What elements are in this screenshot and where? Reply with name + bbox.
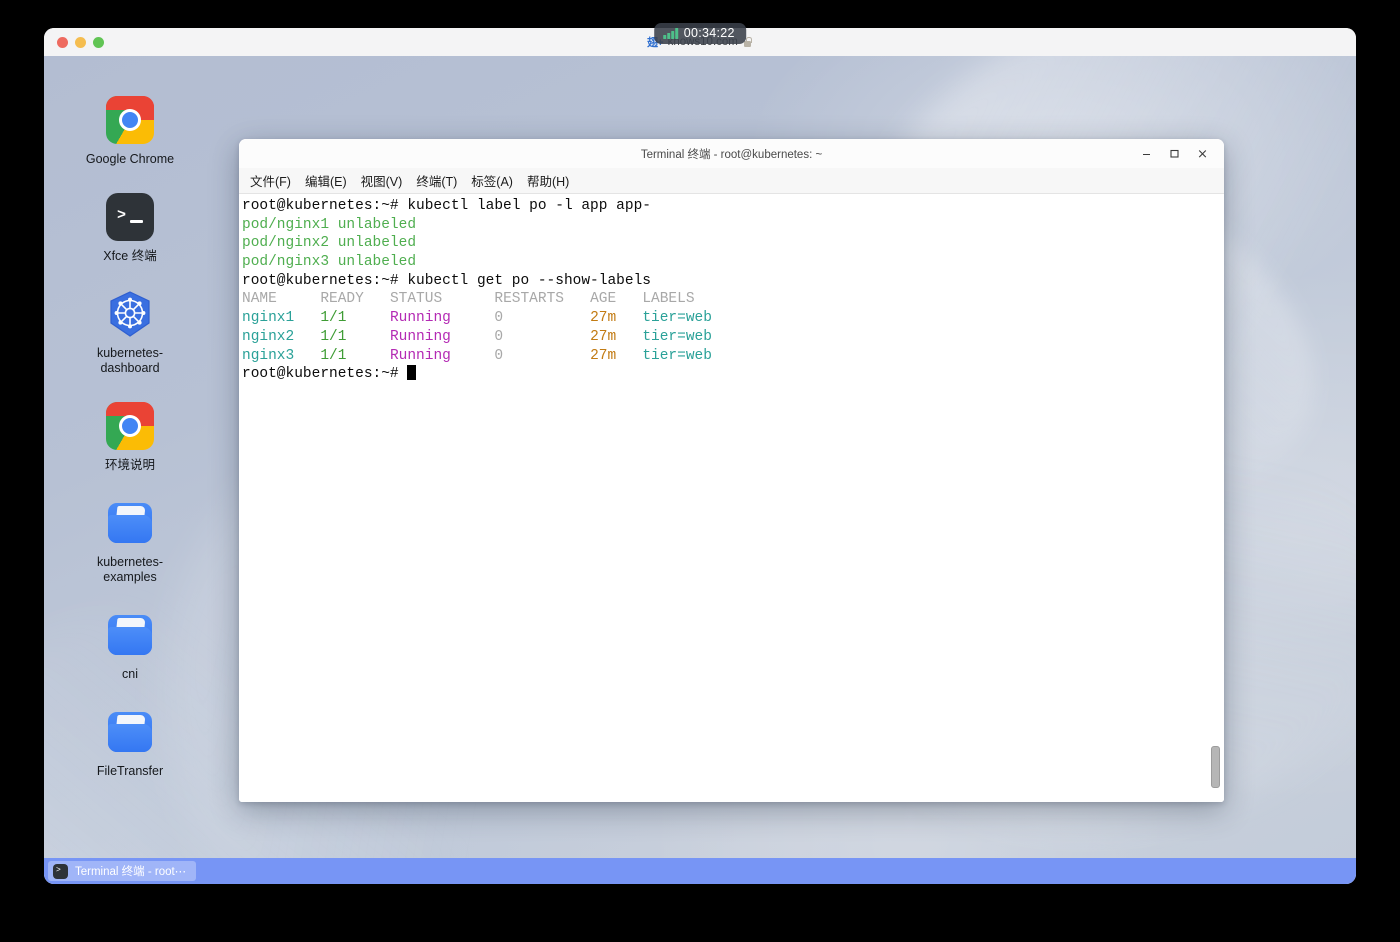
terminal-text: 27m — [590, 347, 643, 364]
terminal-scrollbar-thumb[interactable] — [1211, 746, 1220, 788]
terminal-text: Running — [389, 310, 495, 327]
terminal-window: Terminal 终端 - root@kubernetes: ~ 文件(F) 编… — [239, 139, 1224, 802]
maximize-icon[interactable] — [1160, 143, 1188, 165]
menu-file[interactable]: 文件(F) — [244, 169, 297, 192]
terminal-text: tier=web — [642, 328, 712, 345]
terminal-text: tier=web — [642, 347, 712, 364]
terminal-line: root@kubernetes:~# kubectl label po -l a… — [242, 197, 1210, 216]
desktop-icon-kubernetes-dashboard[interactable]: kubernetes-dashboard — [66, 290, 194, 376]
terminal-icon: > — [106, 193, 154, 241]
desktop-icon-filetransfer[interactable]: FileTransfer — [66, 708, 194, 779]
desktop-icon-label: FileTransfer — [96, 764, 164, 778]
terminal-text: nginx3 — [242, 347, 321, 364]
terminal-text: LABELS — [642, 291, 695, 308]
browser-window: 翅+ knows10.com — [44, 28, 1356, 884]
terminal-text: Running — [389, 347, 495, 364]
terminal-cursor — [407, 365, 417, 381]
terminal-text: 1/1 — [320, 310, 390, 327]
terminal-window-controls — [1132, 139, 1216, 168]
terminal-line: pod/nginx3 unlabeled — [242, 253, 1210, 272]
terminal-text: 0 — [494, 328, 591, 345]
terminal-titlebar[interactable]: Terminal 终端 - root@kubernetes: ~ — [239, 139, 1224, 168]
desktop-icon-label: kubernetes-dashboard — [96, 346, 163, 375]
terminal-menubar: 文件(F) 编辑(E) 视图(V) 终端(T) 标签(A) 帮助(H) — [239, 168, 1224, 194]
terminal-text: AGE — [590, 291, 643, 308]
terminal-text: 1/1 — [320, 328, 390, 345]
desktop: Google Chrome > Xfce 终端 kubernetes-dashb… — [44, 56, 1356, 884]
desktop-icon-label: Xfce 终端 — [103, 249, 157, 263]
terminal-line: NAME READY STATUS RESTARTS AGE LABELS — [242, 290, 1210, 309]
screen: 翅+ knows10.com — [0, 0, 1400, 942]
terminal-text: Running — [389, 328, 495, 345]
terminal-icon — [53, 863, 68, 879]
taskbar-window-label: Terminal 终端 - root⋯ — [75, 866, 187, 878]
desktop-icon-label: cni — [122, 667, 138, 681]
menu-help[interactable]: 帮助(H) — [521, 169, 575, 192]
chrome-icon — [106, 96, 154, 144]
terminal-line: nginx3 1/1 Running 0 27m tier=web — [242, 347, 1210, 366]
terminal-text: pod/nginx3 unlabeled — [242, 254, 417, 271]
terminal-text: kubectl get po --show-labels — [407, 272, 651, 289]
desktop-icon-kubernetes-examples[interactable]: kubernetes-examples — [66, 499, 194, 585]
terminal-text: root@kubernetes:~# — [242, 366, 408, 383]
terminal-text: root@kubernetes:~# — [242, 272, 408, 289]
taskbar-window-button[interactable]: Terminal 终端 - root⋯ — [48, 861, 197, 881]
terminal-line: nginx2 1/1 Running 0 27m tier=web — [242, 328, 1210, 347]
terminal-text: pod/nginx1 unlabeled — [242, 216, 417, 233]
menu-view[interactable]: 视图(V) — [355, 169, 409, 192]
terminal-title: Terminal 终端 - root@kubernetes: ~ — [640, 148, 823, 161]
desktop-icon-label: 环境说明 — [104, 458, 155, 472]
terminal-scrollbar[interactable] — [1211, 194, 1222, 802]
desktop-icon-google-chrome[interactable]: Google Chrome — [66, 96, 194, 167]
terminal-text: root@kubernetes:~# — [242, 198, 408, 214]
desktop-icon-column: Google Chrome > Xfce 终端 kubernetes-dashb… — [66, 96, 194, 805]
folder-icon — [106, 708, 154, 756]
terminal-text: 1/1 — [320, 347, 390, 364]
minimize-icon[interactable] — [1132, 143, 1160, 165]
session-timer-value: 00:34:22 — [683, 26, 735, 40]
terminal-body[interactable]: root@kubernetes:~# kubectl label po -l a… — [239, 194, 1224, 802]
terminal-text: 27m — [590, 310, 643, 327]
terminal-line: nginx1 1/1 Running 0 27m tier=web — [242, 309, 1210, 328]
desktop-icon-xfce-terminal[interactable]: > Xfce 终端 — [66, 193, 194, 264]
desktop-icon-cni[interactable]: cni — [66, 611, 194, 682]
terminal-line: pod/nginx1 unlabeled — [242, 216, 1210, 235]
terminal-text: nginx1 — [242, 310, 321, 327]
desktop-icon-label: kubernetes-examples — [96, 555, 163, 584]
desktop-icon-label: Google Chrome — [85, 152, 175, 166]
kubernetes-icon — [106, 290, 154, 338]
terminal-text: NAME — [242, 291, 321, 308]
terminal-text: nginx2 — [242, 328, 321, 345]
session-timer-badge: 00:34:22 — [654, 23, 746, 44]
terminal-text: RESTARTS — [494, 291, 591, 308]
menu-tabs[interactable]: 标签(A) — [465, 169, 519, 192]
terminal-output[interactable]: root@kubernetes:~# kubectl label po -l a… — [242, 197, 1210, 802]
terminal-text: tier=web — [642, 310, 712, 327]
terminal-text: 0 — [494, 347, 591, 364]
close-icon[interactable] — [1188, 143, 1216, 165]
terminal-line: root@kubernetes:~# — [242, 365, 1210, 384]
folder-icon — [106, 611, 154, 659]
terminal-text: 27m — [590, 328, 643, 345]
signal-bars-icon — [663, 27, 678, 39]
menu-terminal[interactable]: 终端(T) — [410, 169, 463, 192]
terminal-line: root@kubernetes:~# kubectl get po --show… — [242, 272, 1210, 291]
terminal-line: pod/nginx2 unlabeled — [242, 234, 1210, 253]
menu-edit[interactable]: 编辑(E) — [299, 169, 353, 192]
desktop-icon-huanjing-shuoming[interactable]: 环境说明 — [66, 402, 194, 473]
terminal-text: STATUS — [389, 291, 495, 308]
terminal-text: kubectl label po -l app app- — [407, 198, 651, 214]
terminal-text: READY — [320, 291, 390, 308]
terminal-text: pod/nginx2 unlabeled — [242, 235, 417, 252]
terminal-text: 0 — [494, 310, 591, 327]
chrome-icon — [106, 402, 154, 450]
folder-icon — [106, 499, 154, 547]
taskbar: Terminal 终端 - root⋯ — [44, 858, 1356, 884]
